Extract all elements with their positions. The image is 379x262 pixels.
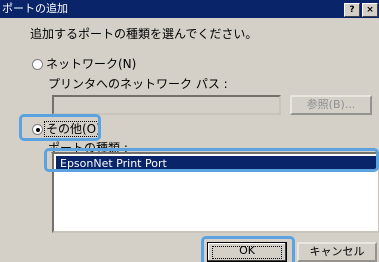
browse-button[interactable]: 参照(B)...	[290, 95, 372, 115]
network-radio[interactable]	[32, 59, 43, 70]
cancel-button[interactable]: キャンセル	[297, 242, 377, 262]
other-option-highlight	[19, 114, 101, 141]
add-port-dialog: ポートの追加 ? × 追加するポートの種類を選んでください。 ネットワーク(N)…	[0, 0, 379, 262]
close-button[interactable]: ×	[362, 3, 378, 17]
port-type-highlight	[44, 148, 379, 172]
network-radio-label[interactable]: ネットワーク(N)	[46, 57, 136, 71]
screenshot-stage: ポートの追加 ? × 追加するポートの種類を選んでください。 ネットワーク(N)…	[0, 0, 379, 262]
window-title: ポートの追加	[2, 2, 68, 15]
ok-button-highlight	[201, 236, 295, 262]
help-button[interactable]: ?	[344, 3, 360, 17]
network-path-label: プリンタへのネットワーク パス :	[48, 77, 228, 91]
instruction-text: 追加するポートの種類を選んでください。	[30, 27, 258, 41]
title-bar[interactable]: ポートの追加 ? ×	[0, 0, 379, 18]
network-path-input[interactable]	[52, 95, 281, 115]
